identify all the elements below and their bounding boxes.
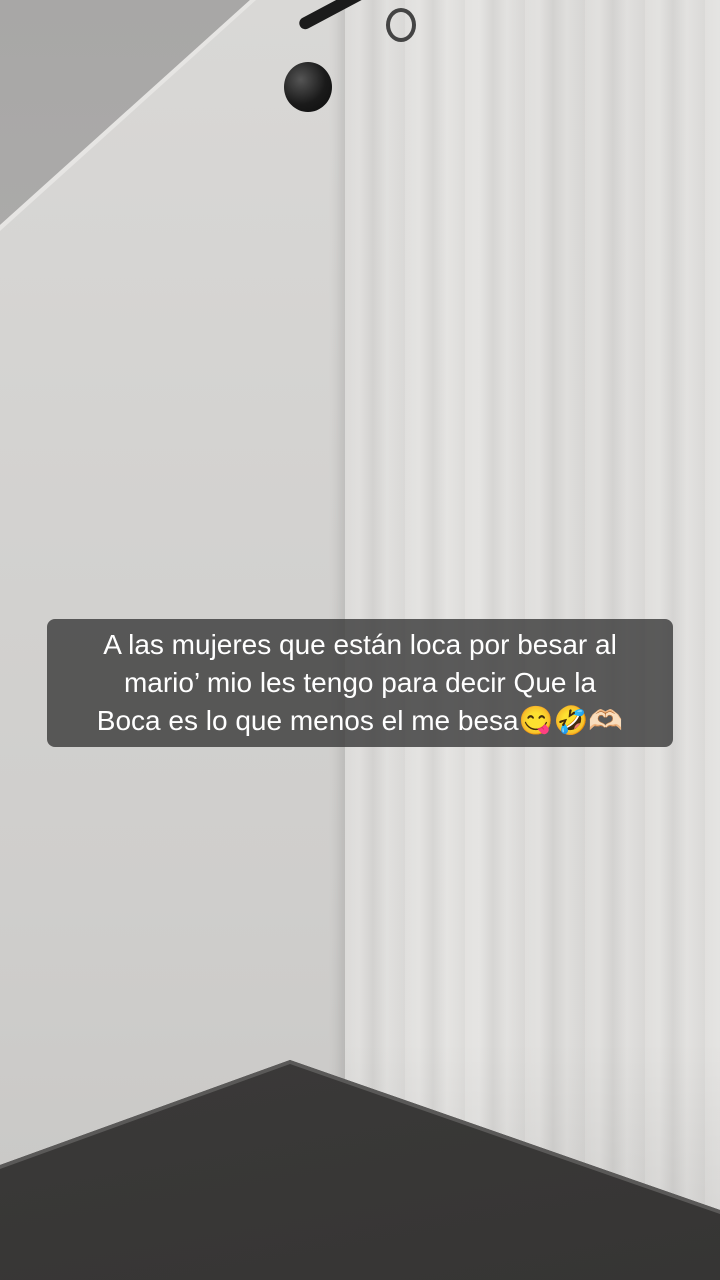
caption-line-2: mario’ mio les tengo para decir Que la — [123, 667, 597, 698]
curtain-ring — [386, 8, 416, 42]
photo-scene: A las mujeres que están loca por besar a… — [0, 0, 720, 1280]
caption-overlay: A las mujeres que están loca por besar a… — [47, 619, 673, 747]
curtain — [345, 0, 720, 1210]
caption-line-1: A las mujeres que están loca por besar a… — [103, 629, 617, 660]
caption-line-3: Boca es lo que menos el me besa😋🤣🫶🏻 — [96, 705, 624, 736]
curtain-rod-finial — [284, 62, 332, 112]
